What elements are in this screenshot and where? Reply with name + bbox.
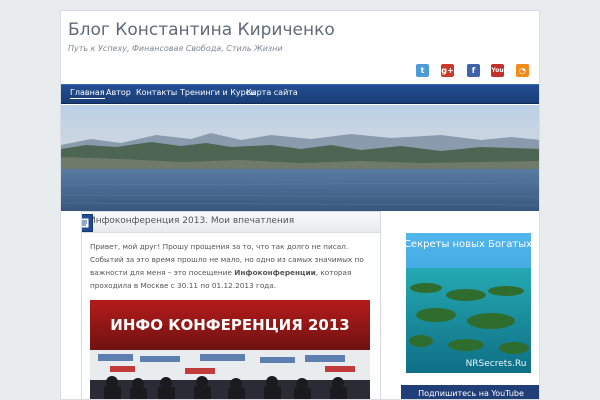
sidebar-ad-banner[interactable]: Секреты новых Богатых NRSecrets.Ru [406,233,531,373]
post-card: Инфоконференция 2013. Мои впечатления Пр… [81,211,381,400]
nav-item-home[interactable]: Главная [70,88,105,99]
post-image[interactable]: ИНФО КОНФЕРЕНЦИЯ 2013 [90,300,370,400]
sidebar-ad-url: NRSecrets.Ru [466,359,527,369]
main-nav: Главная Автор Контакты Тренинги и Курсы … [61,84,539,104]
rss-icon[interactable]: ◔ [516,64,529,77]
page-container: Блог Константина Кириченко Путь к Успеху… [60,10,540,400]
post-document-icon [82,214,93,232]
facebook-icon[interactable]: f [467,64,480,77]
nav-item-author[interactable]: Автор [106,88,131,97]
nav-item-contacts[interactable]: Контакты [136,88,177,97]
post-image-text: ИНФО КОНФЕРЕНЦИЯ 2013 [110,316,349,334]
post-title[interactable]: Инфоконференция 2013. Мои впечатления [89,216,294,226]
header-banner-image [61,105,539,211]
nav-item-trainings[interactable]: Тренинги и Курсы [180,88,256,97]
site-tagline: Путь к Успеху, Финансовая Свобода, Стиль… [68,44,283,53]
post-excerpt: Привет, мой друг! Прошу прощения за то, … [90,240,375,292]
youtube-icon[interactable]: You [491,64,504,77]
nav-item-sitemap[interactable]: Карта сайта [246,88,298,97]
post-text-bold: Инфоконференции [234,268,316,277]
twitter-icon[interactable]: t [416,64,429,77]
post-title-bar: Инфоконференция 2013. Мои впечатления [82,212,380,233]
google-plus-icon[interactable]: g+ [441,64,454,77]
sidebar-ad-title: Секреты новых Богатых [406,239,531,250]
subscribe-youtube-heading: Подпишитесь на YouTube [401,385,539,399]
site-title[interactable]: Блог Константина Кириченко [68,20,335,40]
